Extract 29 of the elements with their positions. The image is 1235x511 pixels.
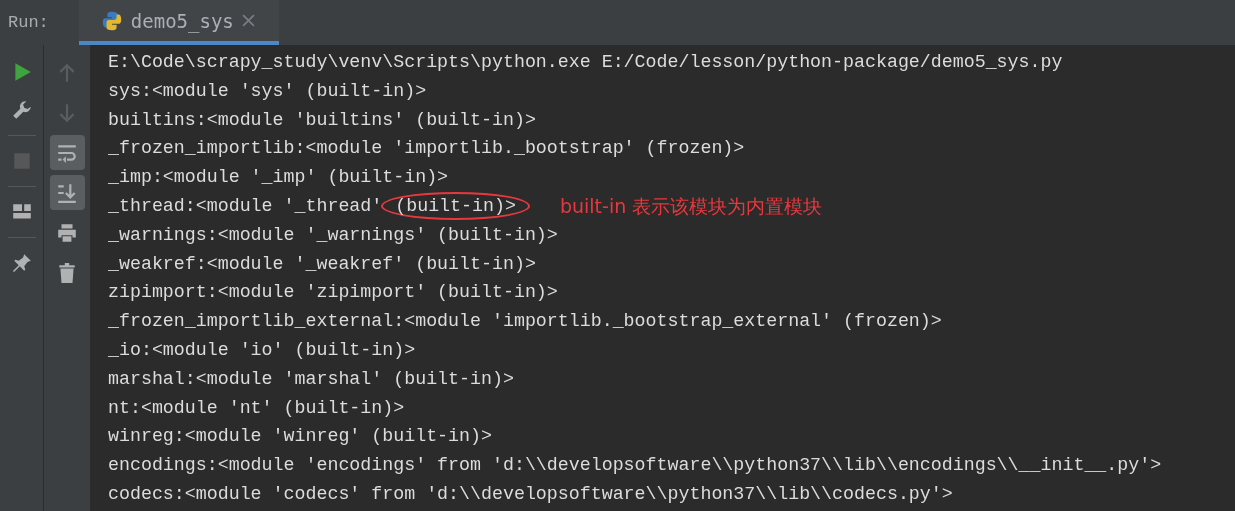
circled-text: (built-in)> bbox=[381, 192, 530, 221]
python-icon bbox=[100, 9, 123, 32]
wrench-icon bbox=[10, 99, 33, 121]
console-line: _frozen_importlib:<module 'importlib._bootstrap' (frozen)> bbox=[108, 137, 745, 161]
pin-icon bbox=[10, 252, 33, 274]
console-line: winreg:<module 'winreg' (built-in)> bbox=[108, 425, 492, 449]
console-line: sys:<module 'sys' (built-in)> bbox=[108, 79, 427, 103]
scroll-to-end-icon bbox=[56, 181, 78, 204]
annotation-note: built-in 表示该模块为内置模块 bbox=[559, 194, 823, 219]
run-label: Run: bbox=[7, 12, 50, 34]
console-line: encodings:<module 'encodings' from 'd:\\developsoftware\\python37\\lib\\encodings\\__init__.py'> bbox=[108, 454, 1162, 478]
tab-label: demo5_sys bbox=[130, 9, 234, 32]
soft-wrap-button[interactable] bbox=[49, 135, 85, 170]
console-line: builtins:<module 'builtins' (built-in)> bbox=[108, 108, 536, 132]
console-line: marshal:<module 'marshal' (built-in)> bbox=[108, 367, 514, 391]
console-line: E:\Code\scrapy_study\venv\Scripts\python.exe E:/Code/lesson/python-package/demo5_sys.py bbox=[108, 51, 1063, 74]
console-line: _io:<module 'io' (built-in)> bbox=[108, 338, 416, 362]
console-line: zipimport:<module 'zipimport' (built-in)> bbox=[108, 281, 558, 305]
console-line: _warnings:<module '_warnings' (built-in)> bbox=[108, 223, 558, 247]
console-line: codecs:<module 'codecs' from 'd:\\developsoftware\\python37\\lib\\codecs.py'> bbox=[108, 482, 953, 506]
printer-icon bbox=[56, 221, 78, 244]
scroll-to-end-button[interactable] bbox=[49, 175, 85, 210]
console-line: _weakref:<module '_weakref' (built-in)> bbox=[108, 252, 536, 276]
console-line: _frozen_importlib_external:<module 'importlib._bootstrap_external' (frozen)> bbox=[108, 310, 942, 334]
console-line: _imp:<module '_imp' (built-in)> bbox=[108, 166, 449, 190]
run-tab[interactable]: demo5_sys bbox=[78, 0, 279, 45]
console-line: nt:<module 'nt' (built-in)> bbox=[108, 396, 405, 420]
trash-icon bbox=[56, 261, 78, 284]
console-line: _thread:<module '_thread' bbox=[108, 195, 384, 218]
